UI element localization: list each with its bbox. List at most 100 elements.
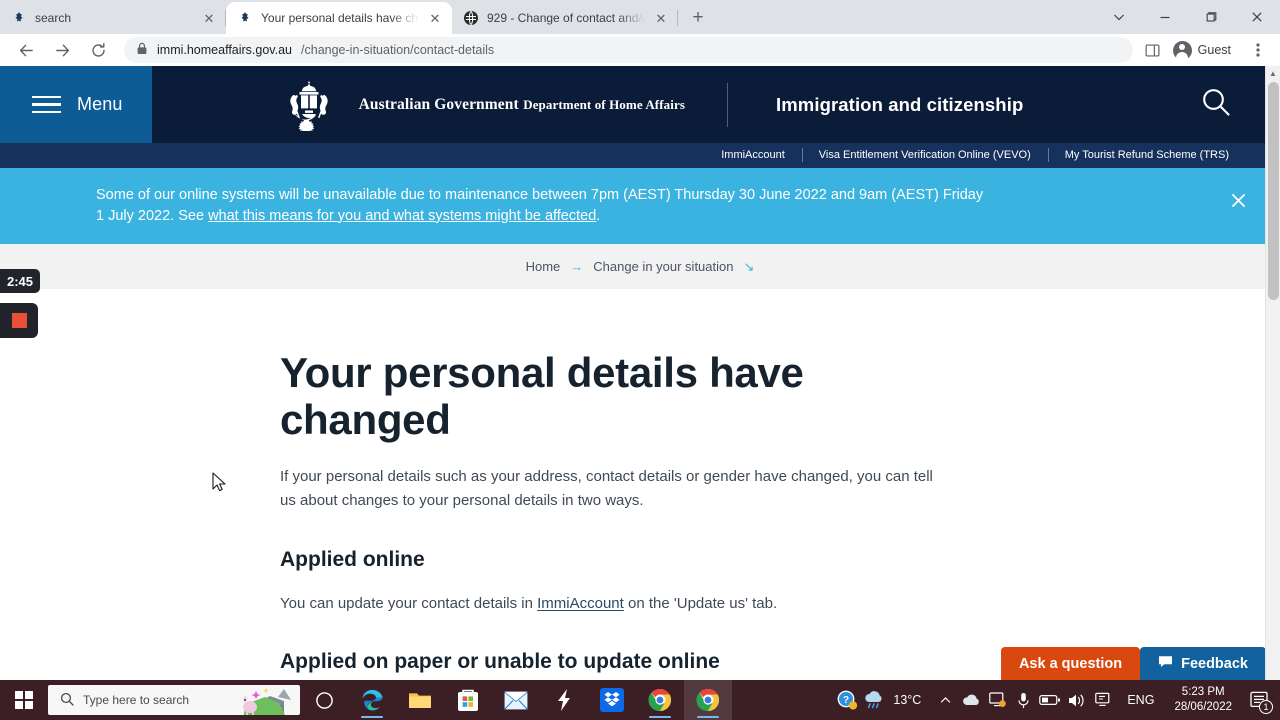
taskbar-search-placeholder: Type here to search xyxy=(83,693,190,707)
svg-text:?: ? xyxy=(843,695,849,706)
windows-start-icon[interactable] xyxy=(0,680,48,720)
browser-toolbar: immi.homeaffairs.gov.au/change-in-situat… xyxy=(0,34,1280,66)
section-1-text-before: You can update your contact details in xyxy=(280,594,538,612)
utility-link-immiaccount[interactable]: ImmiAccount xyxy=(704,143,802,168)
forward-arrow-icon[interactable] xyxy=(48,36,76,64)
clock[interactable]: 5:23 PM 28/06/2022 xyxy=(1164,685,1242,714)
breadcrumb-home[interactable]: Home xyxy=(526,259,561,274)
scroll-up-arrow-icon[interactable]: ▲ xyxy=(1266,66,1280,81)
banner-link[interactable]: what this means for you and what systems… xyxy=(208,208,596,224)
help-question-icon[interactable]: ? xyxy=(835,680,859,720)
gov-line-1: Australian Government xyxy=(358,95,519,113)
file-explorer-icon[interactable] xyxy=(396,680,444,720)
battery-icon[interactable] xyxy=(1037,680,1063,720)
scrollbar-thumb[interactable] xyxy=(1268,82,1279,300)
search-highlight-illustration xyxy=(230,685,296,715)
clock-time: 5:23 PM xyxy=(1181,686,1225,699)
minimize-icon[interactable] xyxy=(1142,0,1188,34)
recording-stop-button[interactable] xyxy=(0,303,38,338)
menu-label: Menu xyxy=(77,94,123,114)
close-icon[interactable]: ✕ xyxy=(201,10,217,26)
browser-tab-3[interactable]: 929 - Change of contact and/or p ✕ xyxy=(452,2,678,34)
immiaccount-link[interactable]: ImmiAccount xyxy=(537,595,624,612)
pdf-globe-icon xyxy=(463,10,479,26)
clock-date: 28/06/2022 xyxy=(1174,701,1232,713)
google-chrome-icon[interactable] xyxy=(636,680,684,720)
browser-tab-2-title: Your personal details have chang xyxy=(261,11,419,25)
header-divider xyxy=(727,82,729,127)
back-arrow-icon[interactable] xyxy=(12,36,40,64)
avatar xyxy=(1172,40,1192,60)
australian-coat-of-arms-icon xyxy=(281,79,337,133)
browser-tab-3-title: 929 - Change of contact and/or p xyxy=(487,11,645,25)
section-1-paragraph: You can update your contact details in I… xyxy=(280,592,940,616)
chevron-up-icon[interactable] xyxy=(933,680,957,720)
maximize-icon[interactable] xyxy=(1188,0,1234,34)
maintenance-banner: Some of our online systems will be unava… xyxy=(0,168,1280,245)
ask-a-question-button[interactable]: Ask a question xyxy=(1000,647,1141,680)
utility-link-vevo[interactable]: Visa Entitlement Verification Online (VE… xyxy=(801,143,1048,168)
browser-tab-1[interactable]: search ✕ xyxy=(0,2,226,34)
display-settings-icon[interactable] xyxy=(985,680,1009,720)
network-icon[interactable] xyxy=(1091,680,1117,720)
browser-toolbar-right: Guest xyxy=(1139,36,1272,64)
reload-icon[interactable] xyxy=(84,36,112,64)
menu-button[interactable]: Menu xyxy=(0,66,152,143)
site-search-button[interactable] xyxy=(1152,66,1280,143)
breadcrumb: Home → Change in your situation ↘ xyxy=(0,244,1280,290)
url-domain: immi.homeaffairs.gov.au xyxy=(157,43,293,57)
main-content: Your personal details have changed If yo… xyxy=(0,289,1280,680)
address-bar[interactable]: immi.homeaffairs.gov.au/change-in-situat… xyxy=(124,37,1133,63)
microsoft-edge-icon[interactable] xyxy=(348,680,396,720)
section-title-applied-online: Applied online xyxy=(280,547,425,571)
google-chrome-icon-active[interactable] xyxy=(684,680,732,720)
side-panel-icon[interactable] xyxy=(1139,36,1167,64)
gov-line-2: Department of Home Affairs xyxy=(523,96,686,112)
microsoft-store-icon[interactable] xyxy=(444,680,492,720)
taskbar-search-input[interactable]: Type here to search xyxy=(48,685,300,715)
floating-action-buttons: Ask a question Feedback xyxy=(1000,647,1266,680)
chevron-down-icon[interactable] xyxy=(1096,0,1142,34)
maintenance-banner-text: Some of our online systems will be unava… xyxy=(96,185,986,226)
input-language[interactable]: ENG xyxy=(1119,693,1162,707)
section-title-applied-on-paper: Applied on paper or unable to update onl… xyxy=(280,650,720,674)
three-dot-menu-icon[interactable] xyxy=(1244,36,1272,64)
recording-timer: 2:45 xyxy=(0,269,40,293)
search-icon xyxy=(60,692,74,709)
profile-chip[interactable]: Guest xyxy=(1169,37,1242,63)
screen: search ✕ Your personal details have chan… xyxy=(0,0,1280,720)
shareit-icon[interactable] xyxy=(540,680,588,720)
close-icon[interactable]: ✕ xyxy=(427,10,443,26)
close-icon[interactable] xyxy=(1234,0,1280,34)
microphone-icon[interactable] xyxy=(1011,680,1035,720)
homeaffairs-crest-icon xyxy=(11,10,27,26)
homeaffairs-crest-icon xyxy=(237,10,253,26)
volume-icon[interactable] xyxy=(1065,680,1089,720)
cloud-icon[interactable] xyxy=(959,680,983,720)
hamburger-icon xyxy=(32,95,61,114)
site-header: Menu Australian Government Department of… xyxy=(0,66,1280,143)
stop-square-icon xyxy=(11,313,27,328)
browser-tab-2[interactable]: Your personal details have chang ✕ xyxy=(226,2,452,34)
intro-paragraph: If your personal details such as your ad… xyxy=(280,468,933,509)
page-scrollbar[interactable]: ▲ xyxy=(1265,66,1280,680)
weather-rain-icon[interactable] xyxy=(861,680,887,720)
system-tray: ? 13°C ENG 5:23 PM 28/06/2022 1 xyxy=(835,680,1280,720)
banner-text-after: . xyxy=(596,207,601,224)
mail-icon[interactable] xyxy=(492,680,540,720)
banner-close-icon[interactable] xyxy=(1228,190,1248,210)
breadcrumb-corner-icon: ↘ xyxy=(743,258,755,274)
breadcrumb-arrow-icon: → xyxy=(570,259,584,275)
page-viewport: Menu Australian Government Department of… xyxy=(0,66,1280,680)
notification-icon[interactable]: 1 xyxy=(1244,680,1274,720)
utility-link-trs[interactable]: My Tourist Refund Scheme (TRS) xyxy=(1047,143,1246,168)
dropbox-icon[interactable] xyxy=(588,680,636,720)
section-1-text-after: on the 'Update us' tab. xyxy=(623,594,778,612)
utility-nav: ImmiAccount Visa Entitlement Verificatio… xyxy=(0,143,1280,168)
new-tab-button[interactable]: + xyxy=(684,4,712,32)
cortana-icon[interactable] xyxy=(300,680,348,720)
feedback-label: Feedback xyxy=(1181,655,1248,672)
feedback-button[interactable]: Feedback xyxy=(1140,647,1266,680)
close-icon[interactable]: ✕ xyxy=(653,10,669,26)
breadcrumb-current[interactable]: Change in your situation xyxy=(593,259,733,274)
